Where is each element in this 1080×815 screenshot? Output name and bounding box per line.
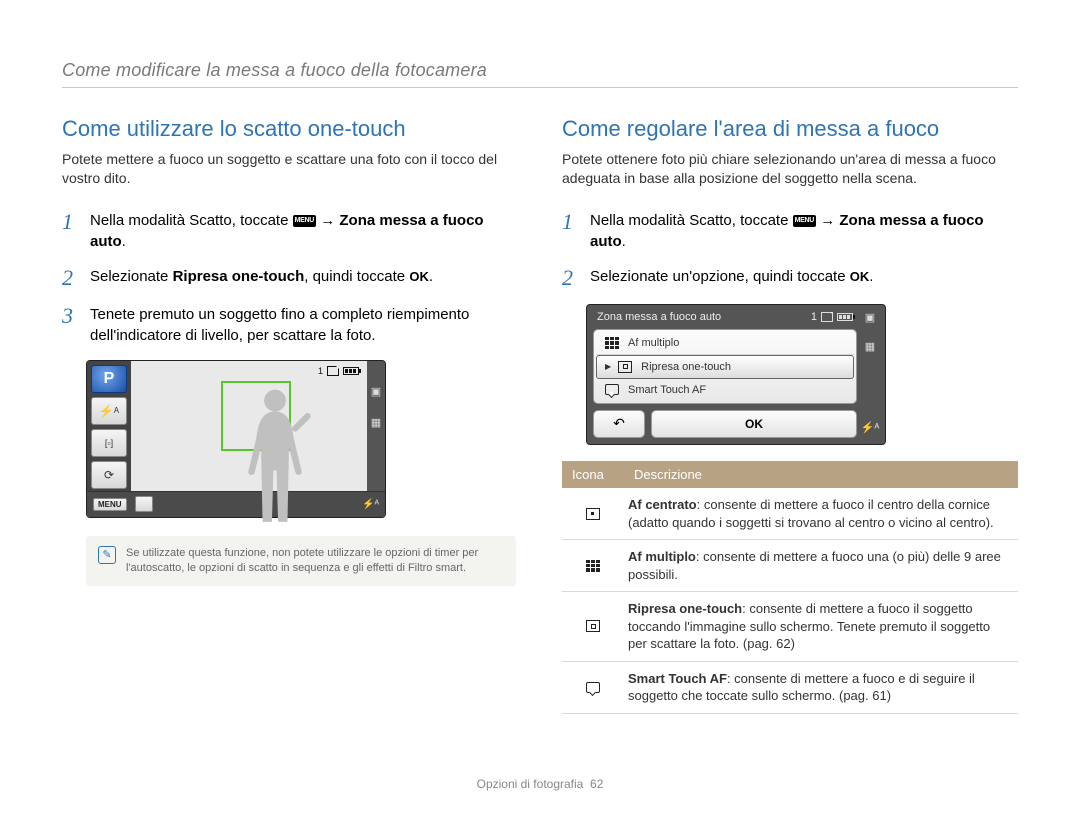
focus-tile[interactable]: [▫] [91,429,127,457]
timer-tile[interactable]: ⟳ [91,461,127,489]
dialog-options: Af multiplo Ripresa one-touch Smart Touc… [593,329,857,404]
sd-icon [821,312,833,322]
step-number: 2 [562,266,580,290]
step-number: 1 [62,210,80,252]
center-af-icon [586,508,600,520]
flash-indicator: ⚡ᴬ [861,421,880,434]
table-row: Af multiplo: consente di mettere a fuoco… [562,540,1018,592]
battery-icon [837,313,853,321]
mode-p-icon[interactable]: P [91,365,127,393]
breadcrumb: Come modificare la messa a fuoco della f… [62,60,1018,88]
camera-right-icons: ▣ ▦ [367,361,385,491]
step-number: 3 [62,304,80,346]
dialog-count: 1 [811,311,817,323]
touch-icon [605,384,619,395]
frame-button[interactable] [135,496,153,512]
ok-button[interactable]: OK [651,410,857,438]
camera-left-toolbar: P ⚡A [▫] ⟳ [87,361,131,491]
focus-area-dialog: Zona messa a fuoco auto 1 Af multiplo [586,304,886,445]
right-lede: Potete ottenere foto più chiare selezion… [562,150,1018,188]
ok-icon: OK [850,268,870,286]
battery-icon [343,367,359,375]
chevron-icon[interactable]: ▦ [371,416,381,429]
option-one-touch[interactable]: Ripresa one-touch [596,355,854,379]
flash-tile[interactable]: ⚡A [91,397,127,425]
camera-preview: P ⚡A [▫] ⟳ 1 [86,360,386,518]
left-step2: Selezionate Ripresa one-touch, quindi to… [90,266,518,290]
table-header-desc: Descrizione [624,461,1018,488]
target-icon [586,620,600,632]
note-box: ✎ Se utilizzate questa funzione, non pot… [86,536,516,586]
flash-indicator: ⚡ᴬ [362,499,379,510]
touch-icon [586,682,600,693]
back-button[interactable]: ↶ [593,410,645,438]
sd-icon [327,366,339,376]
menu-icon: MENU [293,215,316,227]
left-step1: Nella modalità Scatto, toccate MENU → Zo… [90,210,518,252]
right-heading: Come regolare l'area di messa a fuoco [562,116,1018,142]
table-row: Af centrato: consente di mettere a fuoco… [562,488,1018,540]
ok-icon: OK [409,268,429,286]
target-icon [618,361,632,373]
side-icon[interactable]: ▦ [865,340,875,353]
step-number: 2 [62,266,80,290]
chevron-icon[interactable]: ▣ [371,385,381,398]
subject-silhouette [235,385,315,525]
left-lede: Potete mettere a fuoco un soggetto e sca… [62,150,518,188]
left-heading: Come utilizzare lo scatto one-touch [62,116,518,142]
table-row: Smart Touch AF: consente di mettere a fu… [562,662,1018,714]
dialog-side-icons: ▣ ▦ ⚡ᴬ [861,311,879,438]
step-number: 1 [562,210,580,252]
camera-viewfinder[interactable]: 1 [131,361,367,491]
menu-icon: MENU [793,215,816,227]
menu-button[interactable]: MENU [93,498,127,511]
table-row: Ripresa one-touch: consente di mettere a… [562,592,1018,662]
note-icon: ✎ [98,546,116,564]
left-step3: Tenete premuto un soggetto fino a comple… [90,304,518,346]
grid-icon [605,337,619,349]
camera-status: 1 [318,366,359,376]
focus-modes-table: Icona Descrizione Af centrato: consente … [562,461,1018,714]
table-header-icon: Icona [562,461,624,488]
page-footer: Opzioni di fotografia 62 [0,777,1080,791]
grid-icon [586,560,600,572]
right-step2: Selezionate un'opzione, quindi toccate O… [590,266,1018,290]
note-text: Se utilizzate questa funzione, non potet… [126,546,504,576]
option-af-multiplo[interactable]: Af multiplo [596,332,854,355]
right-step1: Nella modalità Scatto, toccate MENU → Zo… [590,210,1018,252]
option-smart-touch[interactable]: Smart Touch AF [596,379,854,401]
dialog-title: Zona messa a fuoco auto [597,311,721,323]
side-icon[interactable]: ▣ [865,311,875,324]
